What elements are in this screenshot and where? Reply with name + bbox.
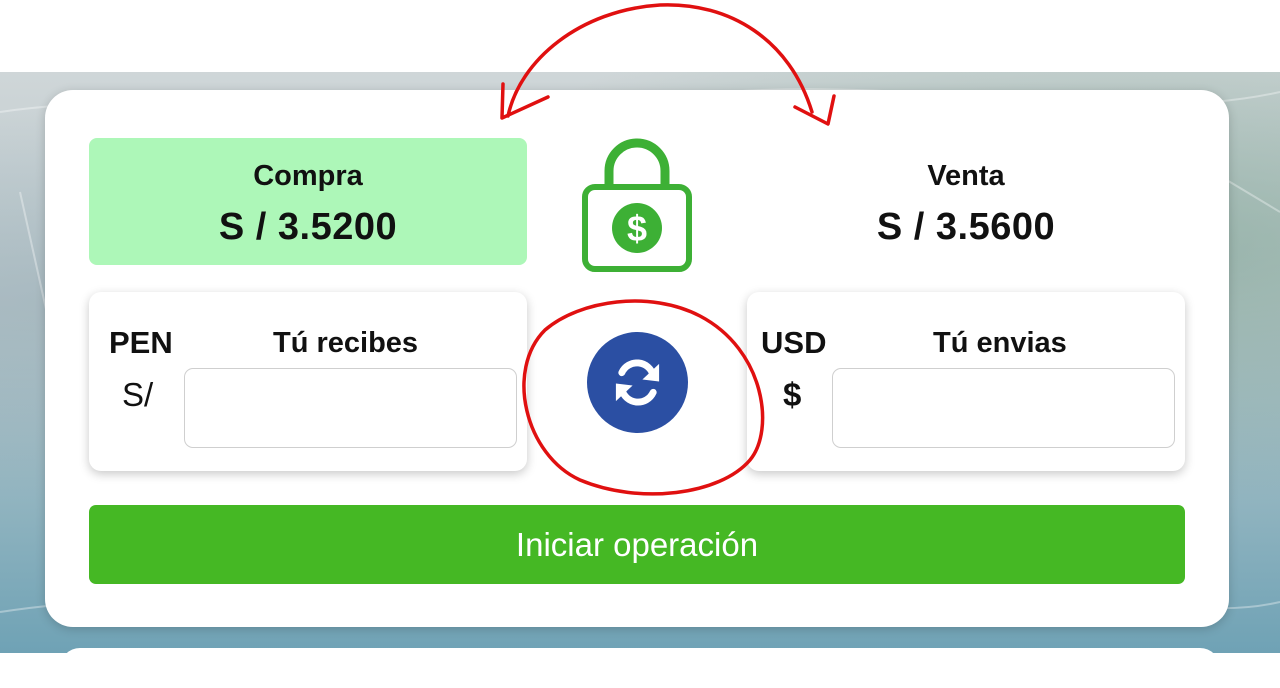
send-amount-input[interactable] — [832, 368, 1175, 448]
receive-panel: PEN S/ Tú recibes — [89, 292, 527, 471]
venta-rate-box[interactable]: Venta S / 3.5600 — [747, 138, 1185, 265]
refresh-icon — [615, 359, 660, 406]
send-currency-code: USD — [761, 325, 827, 360]
secondary-card — [60, 648, 1220, 688]
compra-value: S / 3.5200 — [218, 206, 398, 248]
venta-value: S / 3.5600 — [876, 206, 1056, 248]
receive-currency-symbol: S/ — [122, 376, 154, 413]
send-currency-symbol: $ — [783, 376, 802, 413]
venta-label: Venta — [927, 160, 1005, 192]
compra-rate-box[interactable]: Compra S / 3.5200 — [89, 138, 527, 265]
receive-title: Tú recibes — [273, 327, 419, 359]
lock-dollar-icon: $ — [582, 138, 692, 272]
swap-currency-button[interactable] — [587, 332, 688, 433]
receive-currency-code: PEN — [109, 325, 173, 360]
compra-label: Compra — [253, 160, 363, 192]
svg-text:$: $ — [627, 208, 647, 249]
receive-amount-input[interactable] — [184, 368, 517, 448]
send-panel: USD $ Tú envias — [747, 292, 1185, 471]
start-operation-button[interactable]: Iniciar operación — [89, 505, 1185, 584]
send-title: Tú envias — [933, 327, 1067, 359]
